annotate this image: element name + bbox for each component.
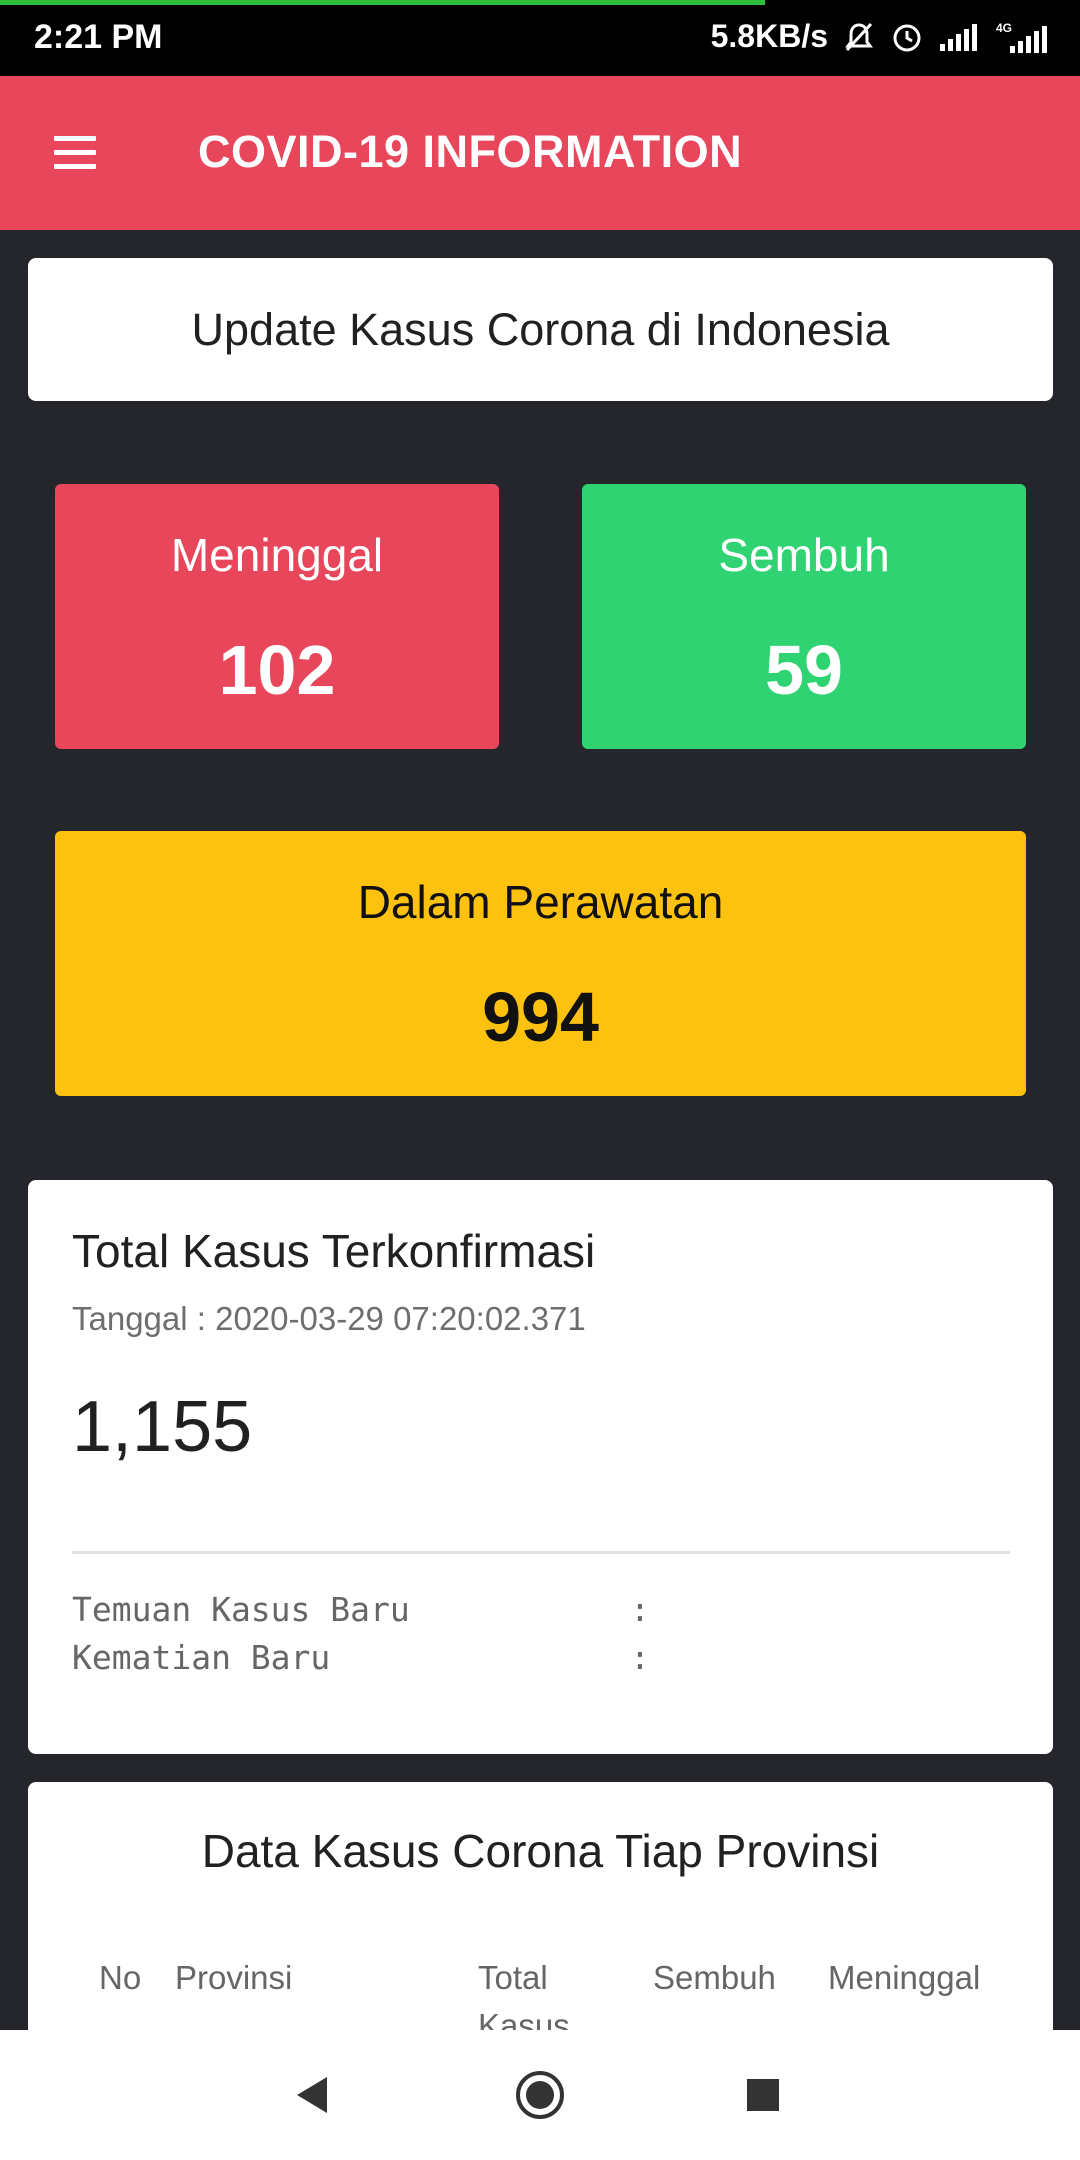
navigation-bar [0,2030,1080,2160]
total-confirmed-title: Total Kasus Terkonfirmasi [72,1225,596,1277]
new-deaths-row: Kematian Baru : [72,1638,650,1677]
table-header-meninggal: Meninggal [828,1959,981,1996]
status-icons: 5.8KB/s 4G [711,18,1050,55]
table-header-no: No [99,1959,142,1996]
recovered-value: 59 [765,631,843,709]
signal-icon [940,23,977,51]
mute-notifications-icon [845,22,873,51]
recovered-label: Sembuh [718,529,890,581]
table-header-provinsi: Provinsi [175,1959,293,1996]
new-cases-separator: : [630,1590,650,1629]
status-bar: 2:21 PM 5.8KB/s 4G [0,0,1080,76]
app-bar: COVID-19 INFORMATION [0,76,1080,230]
headline-card: Update Kasus Corona di Indonesia [28,258,1053,401]
total-confirmed-card: Total Kasus Terkonfirmasi Tanggal : 2020… [28,1180,1053,1754]
deaths-value: 102 [218,631,336,709]
table-header-sembuh: Sembuh [653,1959,776,1996]
alarm-icon [893,24,921,51]
recents-icon[interactable] [703,2030,823,2160]
4g-signal-icon: 4G [996,21,1047,53]
total-confirmed-value: 1,155 [72,1387,253,1467]
in-treatment-label: Dalam Perawatan [357,876,724,928]
total-confirmed-date: Tanggal : 2020-03-29 07:20:02.371 [72,1300,586,1337]
in-treatment-card: Dalam Perawatan 994 [55,831,1026,1096]
new-deaths-label: Kematian Baru [72,1638,331,1677]
hamburger-menu-icon[interactable] [48,126,108,180]
divider [72,1551,1010,1554]
new-cases-label: Temuan Kasus Baru [72,1590,410,1629]
app-title: COVID-19 INFORMATION [198,126,743,177]
headline-text: Update Kasus Corona di Indonesia [191,303,890,355]
status-time: 2:21 PM [34,18,163,56]
new-cases-row: Temuan Kasus Baru : [72,1590,650,1629]
loading-progress-bar [0,0,765,5]
svg-text:4G: 4G [996,21,1012,35]
home-icon[interactable] [480,2030,600,2160]
table-header-total-kasus: Total Kasus [478,1959,570,2042]
province-table-card: Data Kasus Corona Tiap Provinsi No Provi… [28,1782,1053,2042]
net-speed: 5.8KB/s [710,18,828,54]
in-treatment-value: 994 [482,978,599,1056]
province-table-title: Data Kasus Corona Tiap Provinsi [201,1825,880,1877]
back-icon[interactable] [253,2030,373,2160]
new-deaths-separator: : [630,1638,650,1677]
deaths-label: Meninggal [170,529,384,581]
recovered-card: Sembuh 59 [582,484,1026,749]
deaths-card: Meninggal 102 [55,484,499,749]
